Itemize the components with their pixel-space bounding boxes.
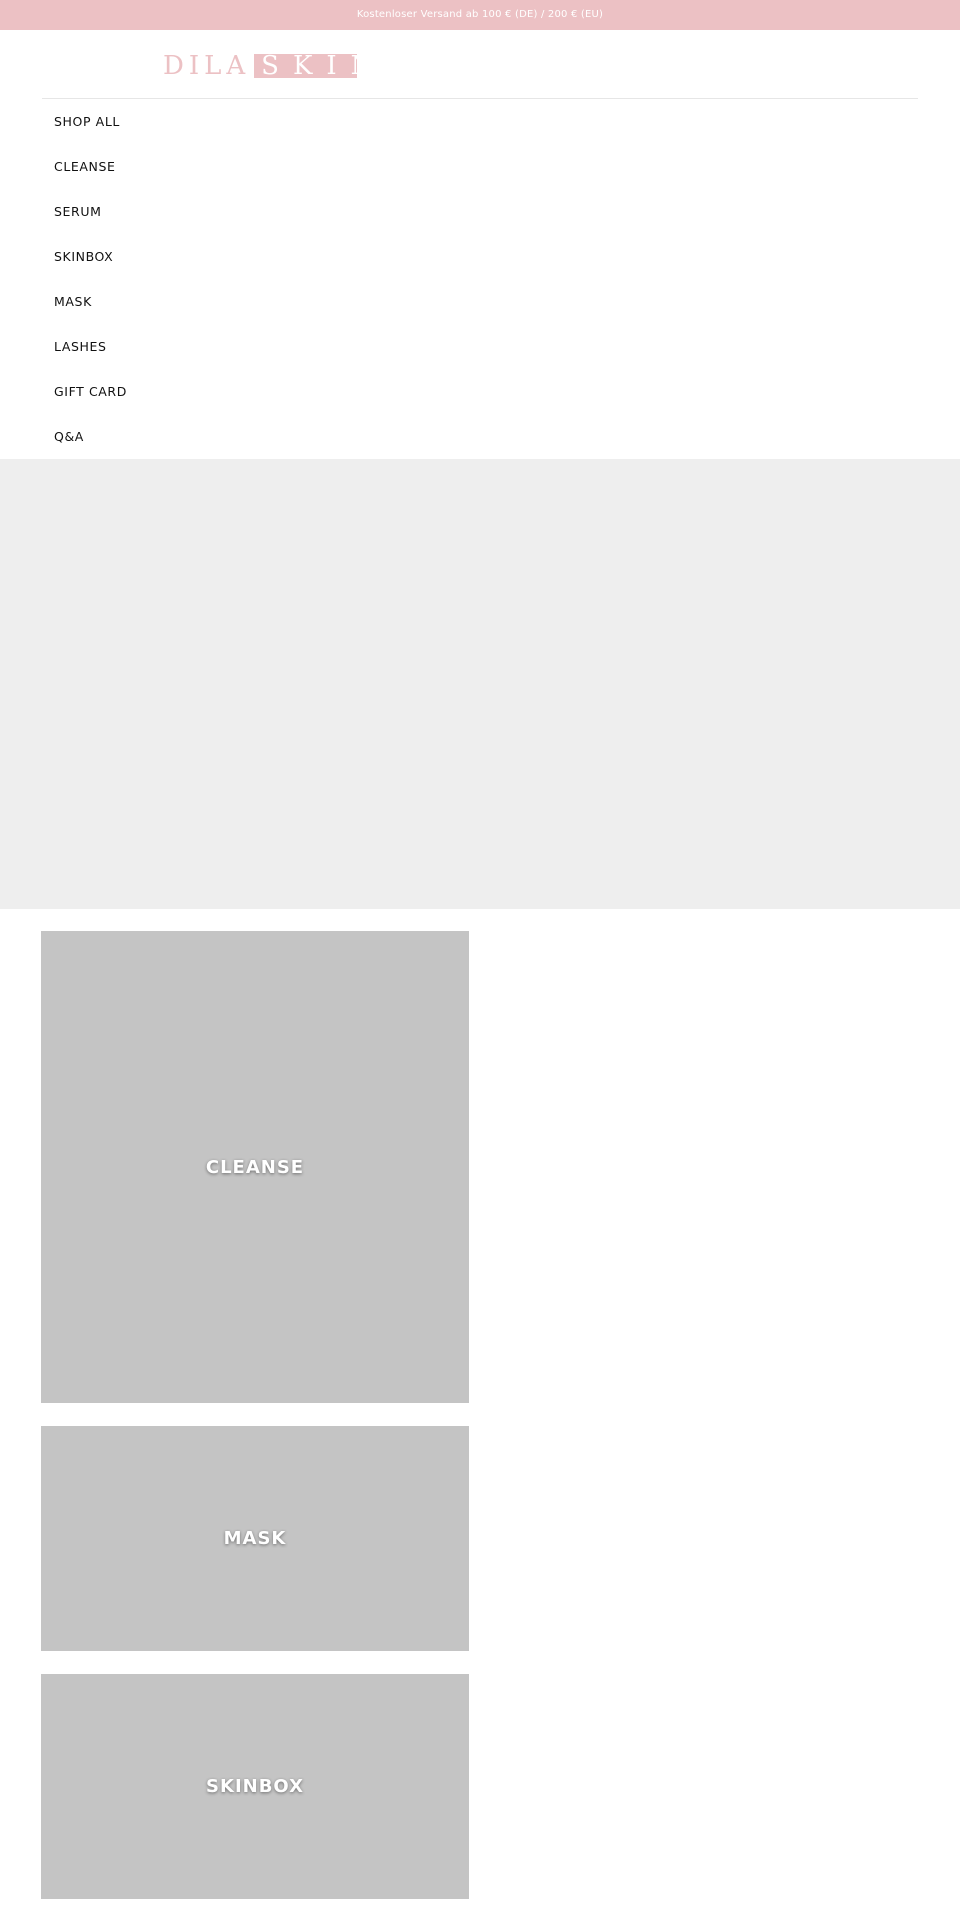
nav-item-skinbox[interactable]: SKINBOX bbox=[0, 234, 960, 279]
collection-grid: CLEANSE MASK SKINBOX bbox=[41, 931, 469, 1922]
nav-item-gift-card[interactable]: GIFT CARD bbox=[0, 369, 960, 414]
nav-item-serum[interactable]: SERUM bbox=[0, 189, 960, 234]
nav-item-lashes[interactable]: LASHES bbox=[0, 324, 960, 369]
main-navigation: SHOP ALL CLEANSE SERUM SKINBOX MASK LASH… bbox=[0, 99, 960, 459]
collection-card-mask[interactable]: MASK bbox=[41, 1426, 469, 1651]
collection-card-label: SKINBOX bbox=[206, 1776, 304, 1797]
collection-card-skinbox[interactable]: SKINBOX bbox=[41, 1674, 469, 1899]
hero-banner bbox=[0, 459, 960, 909]
nav-item-shop-all[interactable]: SHOP ALL bbox=[0, 99, 960, 144]
collection-card-label: MASK bbox=[223, 1528, 287, 1549]
nav-item-cleanse[interactable]: CLEANSE bbox=[0, 144, 960, 189]
logo-text-skin: SKIN bbox=[254, 54, 358, 78]
collection-card-cleanse[interactable]: CLEANSE bbox=[41, 931, 469, 1403]
nav-item-mask[interactable]: MASK bbox=[0, 279, 960, 324]
nav-item-qa[interactable]: Q&A bbox=[0, 414, 960, 459]
site-header: DILA SKIN bbox=[0, 30, 960, 98]
site-logo[interactable]: DILA SKIN bbox=[163, 51, 358, 81]
announcement-bar: Kostenloser Versand ab 100 € (DE) / 200 … bbox=[0, 0, 960, 30]
collection-card-label: CLEANSE bbox=[205, 1156, 305, 1178]
announcement-text: Kostenloser Versand ab 100 € (DE) / 200 … bbox=[356, 9, 604, 20]
logo-text-dila: DILA bbox=[163, 51, 251, 81]
